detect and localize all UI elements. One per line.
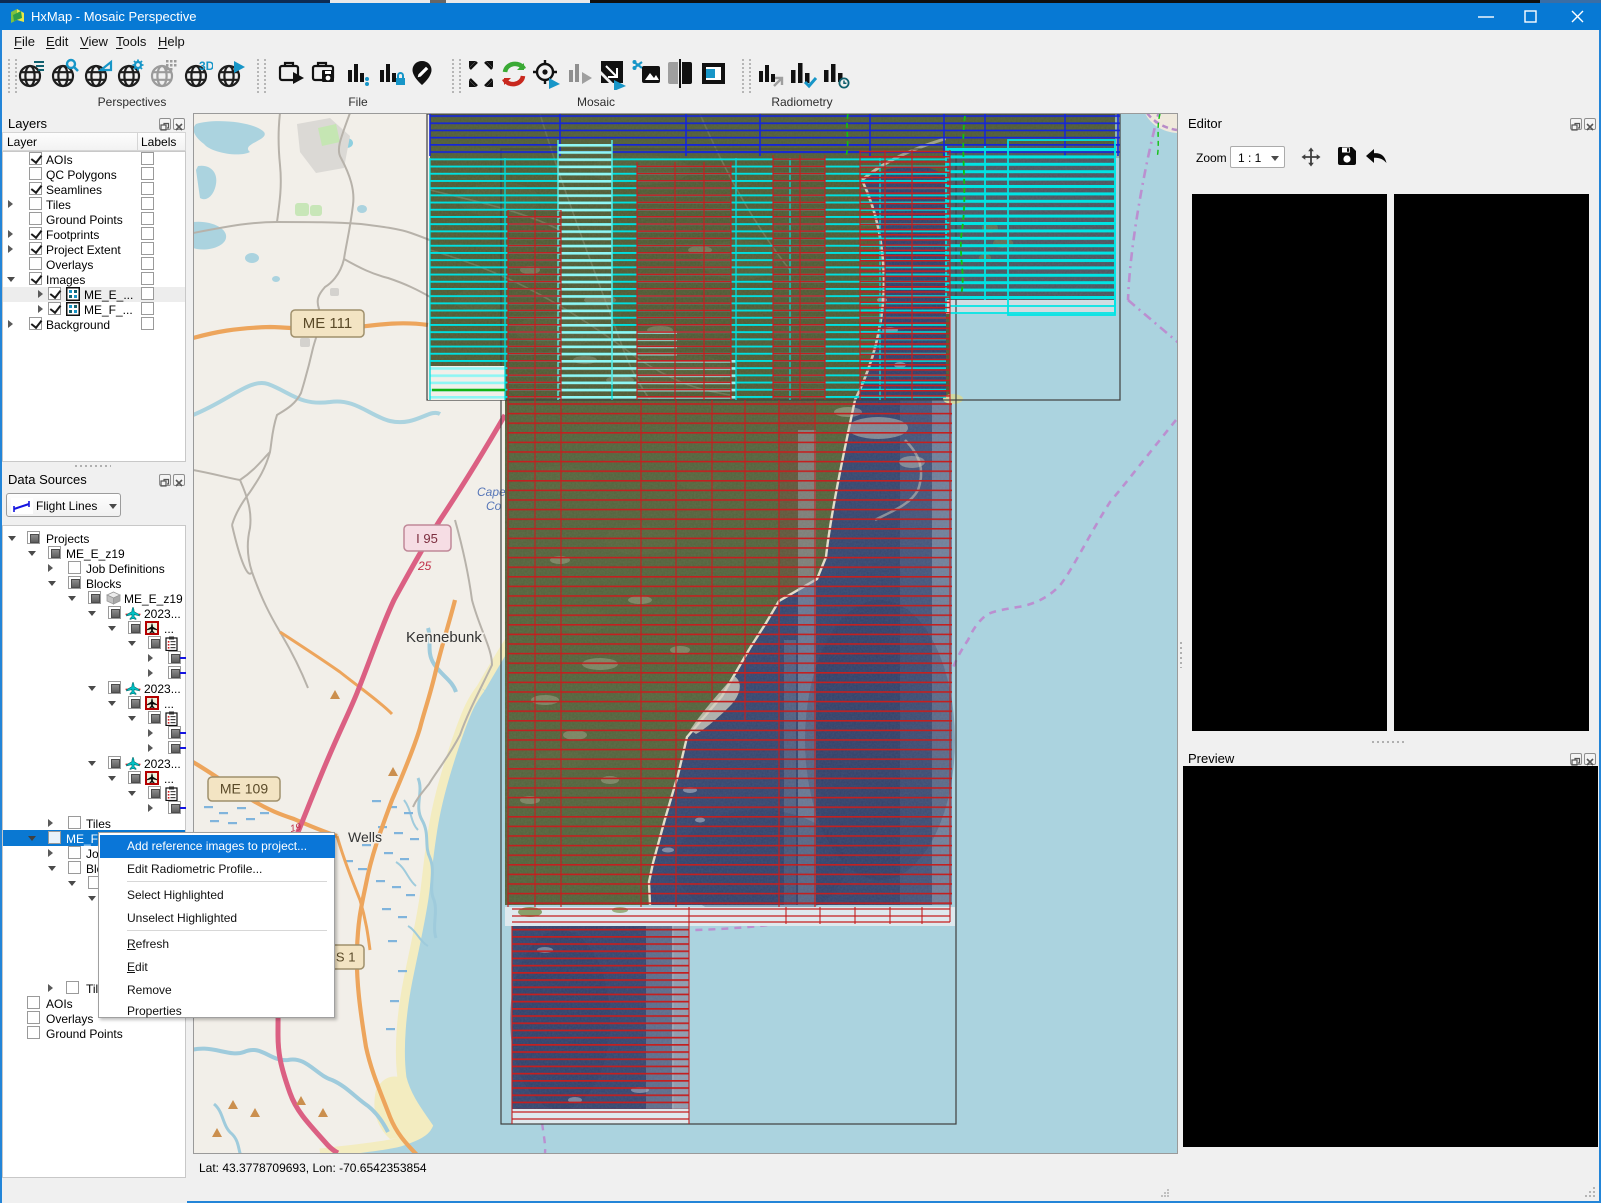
svg-text:ME 109: ME 109 [220, 781, 268, 797]
svg-text:I 95: I 95 [416, 531, 438, 546]
svg-text:25: 25 [417, 559, 432, 573]
svg-text:Wells: Wells [348, 829, 382, 845]
svg-text:ME 111: ME 111 [303, 315, 352, 332]
svg-text:Kennebunk: Kennebunk [406, 629, 482, 646]
svg-text:Co: Co [486, 499, 502, 513]
svg-text:3D: 3D [199, 59, 213, 73]
svg-text:Cape: Cape [477, 485, 506, 499]
